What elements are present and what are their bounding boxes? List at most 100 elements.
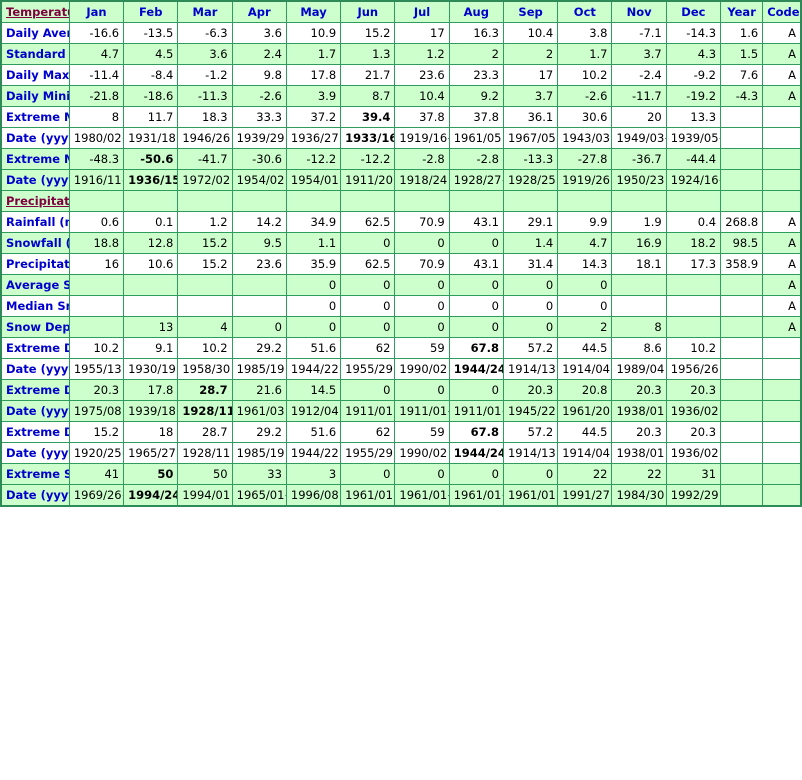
cell-precipitation-aug: 43.1 (448, 253, 504, 275)
cell-extreme-maximum-date-dec: 1939/05+ (665, 127, 722, 149)
cell-standard-deviation-sep: 2 (502, 43, 559, 65)
cell-daily-maximum-feb: -8.4 (123, 64, 179, 86)
table-row: Extreme Daily Snowfall (cm)20.317.828.72… (0, 379, 802, 401)
cell-extreme-daily-snowfall-date-oct: 1961/20 (557, 400, 613, 422)
cell-extreme-snow-depth-feb: 50 (123, 463, 179, 485)
cell-extreme-maximum-date-jan: 1980/02+ (68, 127, 125, 149)
table-row: Extreme Daily Precipitation (mm)15.21828… (0, 421, 802, 443)
row-label-extreme-maximum-date: Date (yyyy/dd) (0, 127, 70, 149)
table-row: Average Snow Depth (cm)000000A (0, 274, 802, 296)
cell-extreme-snow-depth-date-may: 1996/08 (285, 484, 342, 507)
cell-precipitation-feb: 10.6 (123, 253, 179, 275)
cell-daily-maximum-may: 17.8 (285, 64, 342, 86)
cell-extreme-daily-precipitation-date-may: 1944/22 (285, 442, 342, 464)
cell-extreme-minimum-date-jul: 1918/24 (394, 169, 450, 191)
cell-extreme-daily-snowfall-date-year (720, 400, 764, 422)
cell-extreme-daily-precipitation-date-apr: 1985/19 (231, 442, 287, 464)
cell-daily-maximum-jun: 21.7 (340, 64, 396, 86)
cell-extreme-maximum-date-nov: 1949/03+ (611, 127, 667, 149)
cell-extreme-daily-snowfall-aug: 0 (448, 379, 504, 401)
cell-extreme-daily-precipitation-nov: 20.3 (611, 421, 667, 443)
cell-standard-deviation-code: A (762, 43, 802, 65)
column-header-year: Year (720, 0, 764, 23)
section-row-spacer (394, 190, 450, 212)
cell-daily-minimum-sep: 3.7 (502, 85, 559, 107)
cell-precipitation-mar: 15.2 (177, 253, 233, 275)
cell-snow-depth-month-end-sep: 0 (502, 316, 559, 338)
cell-daily-average-feb: -13.5 (123, 22, 179, 44)
cell-extreme-daily-snowfall-date-jul: 1911/01+ (394, 400, 450, 422)
cell-extreme-daily-precipitation-jul: 59 (394, 421, 450, 443)
cell-median-snow-depth-year (720, 295, 764, 317)
column-header-mar: Mar (177, 0, 233, 23)
cell-daily-average-apr: 3.6 (231, 22, 287, 44)
row-label-extreme-daily-snowfall-date: Date (yyyy/dd) (0, 400, 70, 422)
cell-extreme-daily-precipitation-jun: 62 (340, 421, 396, 443)
cell-snow-depth-month-end-oct: 2 (557, 316, 613, 338)
cell-extreme-daily-snowfall-date-code (762, 400, 802, 422)
cell-snowfall-aug: 0 (448, 232, 504, 254)
cell-rainfall-mar: 1.2 (177, 211, 233, 233)
cell-rainfall-jan: 0.6 (68, 211, 125, 233)
table-row: Precipitation (mm)1610.615.223.635.962.5… (0, 253, 802, 275)
cell-extreme-maximum-year (720, 106, 764, 128)
cell-daily-minimum-dec: -19.2 (665, 85, 722, 107)
cell-snowfall-nov: 16.9 (611, 232, 667, 254)
cell-extreme-daily-rainfall-date-oct: 1914/04 (557, 358, 613, 380)
cell-extreme-snow-depth-date-jun: 1961/01+ (340, 484, 396, 507)
cell-extreme-maximum-apr: 33.3 (231, 106, 287, 128)
cell-snowfall-oct: 4.7 (557, 232, 613, 254)
cell-snowfall-jun: 0 (340, 232, 396, 254)
cell-extreme-daily-snowfall-oct: 20.8 (557, 379, 613, 401)
cell-precipitation-may: 35.9 (285, 253, 342, 275)
cell-extreme-maximum-date-sep: 1967/05 (502, 127, 559, 149)
row-label-extreme-daily-rainfall-date: Date (yyyy/dd) (0, 358, 70, 380)
cell-standard-deviation-jul: 1.2 (394, 43, 450, 65)
cell-snow-depth-month-end-mar: 4 (177, 316, 233, 338)
table-row: Date (yyyy/dd)1980/02+1931/18+1946/26193… (0, 127, 802, 149)
cell-daily-maximum-nov: -2.4 (611, 64, 667, 86)
cell-extreme-daily-snowfall-may: 14.5 (285, 379, 342, 401)
table-row: Standard Deviation4.74.53.62.41.71.31.22… (0, 43, 802, 65)
cell-rainfall-dec: 0.4 (665, 211, 722, 233)
cell-precipitation-code: A (762, 253, 802, 275)
cell-extreme-daily-snowfall-year (720, 379, 764, 401)
cell-daily-minimum-aug: 9.2 (448, 85, 504, 107)
cell-extreme-daily-rainfall-aug: 67.8 (448, 337, 504, 359)
cell-extreme-daily-snowfall-date-dec: 1936/02 (665, 400, 722, 422)
cell-extreme-daily-rainfall-date-jan: 1955/13 (68, 358, 125, 380)
cell-daily-maximum-mar: -1.2 (177, 64, 233, 86)
cell-extreme-maximum-feb: 11.7 (123, 106, 179, 128)
cell-extreme-snow-depth-jan: 41 (68, 463, 125, 485)
cell-precipitation-jan: 16 (68, 253, 125, 275)
cell-precipitation-year: 358.9 (720, 253, 764, 275)
cell-extreme-daily-snowfall-code (762, 379, 802, 401)
cell-daily-average-nov: -7.1 (611, 22, 667, 44)
cell-extreme-minimum-date-jun: 1911/20 (340, 169, 396, 191)
section-row-spacer (231, 190, 287, 212)
cell-extreme-minimum-oct: -27.8 (557, 148, 613, 170)
cell-snowfall-dec: 18.2 (665, 232, 722, 254)
section-row-spacer (611, 190, 667, 212)
cell-extreme-daily-rainfall-date-nov: 1989/04 (611, 358, 667, 380)
cell-median-snow-depth-jul: 0 (394, 295, 450, 317)
cell-extreme-snow-depth-dec: 31 (665, 463, 722, 485)
cell-extreme-snow-depth-mar: 50 (177, 463, 233, 485)
cell-extreme-minimum-sep: -13.3 (502, 148, 559, 170)
column-header-may: May (285, 0, 342, 23)
cell-extreme-daily-precipitation-date-jul: 1990/02 (394, 442, 450, 464)
cell-daily-average-jul: 17 (394, 22, 450, 44)
cell-extreme-daily-precipitation-date-aug: 1944/24 (448, 442, 504, 464)
cell-precipitation-dec: 17.3 (665, 253, 722, 275)
cell-extreme-minimum-year (720, 148, 764, 170)
cell-standard-deviation-may: 1.7 (285, 43, 342, 65)
row-label-extreme-minimum-date: Date (yyyy/dd) (0, 169, 70, 191)
cell-snow-depth-month-end-dec (665, 316, 722, 338)
cell-extreme-minimum-date-feb: 1936/15 (123, 169, 179, 191)
cell-extreme-daily-snowfall-date-apr: 1961/03 (231, 400, 287, 422)
row-label-extreme-minimum: Extreme Minimum (°C) (0, 148, 70, 170)
cell-rainfall-aug: 43.1 (448, 211, 504, 233)
row-label-standard-deviation: Standard Deviation (0, 43, 70, 65)
cell-median-snow-depth-may: 0 (285, 295, 342, 317)
cell-extreme-daily-rainfall-date-code (762, 358, 802, 380)
